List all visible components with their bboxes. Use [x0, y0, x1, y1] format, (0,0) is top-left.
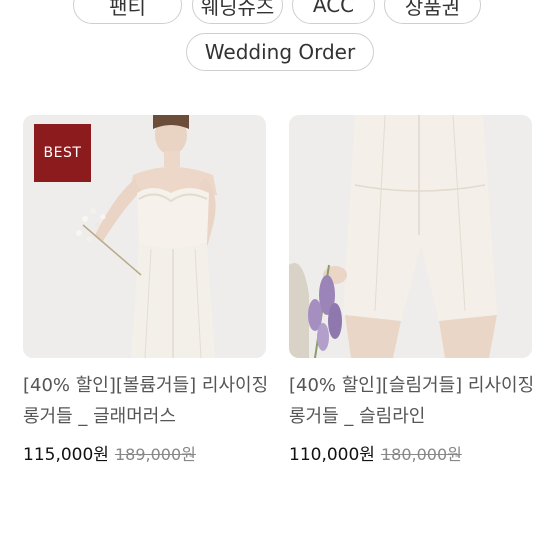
best-badge: BEST [34, 124, 91, 182]
product-title[interactable]: [40% 할인][볼륨거들] 리사이징 롱거들 _ 글래머러스 [23, 370, 269, 432]
sale-price: 115,000원 [23, 445, 109, 465]
category-chip-gift-card[interactable]: 상품권 [384, 0, 481, 24]
original-price: 180,000원 [380, 445, 462, 464]
product-title[interactable]: [40% 할인][슬림거들] 리사이징 롱거들 _ 슬림라인 [289, 370, 535, 432]
product-photo [289, 115, 532, 358]
price-row: 115,000원 189,000원 [23, 440, 196, 465]
category-chip-wedding-shoes[interactable]: 웨딩슈즈 [192, 0, 283, 24]
category-chip-wedding-order[interactable]: Wedding Order [186, 33, 374, 71]
original-price: 189,000원 [114, 445, 196, 464]
price-row: 110,000원 180,000원 [289, 440, 462, 465]
category-chip-panty[interactable]: 팬티 [73, 0, 182, 24]
sale-price: 110,000원 [289, 445, 375, 465]
product-image-slimline[interactable] [289, 115, 532, 358]
category-chip-acc[interactable]: ACC [292, 0, 375, 24]
